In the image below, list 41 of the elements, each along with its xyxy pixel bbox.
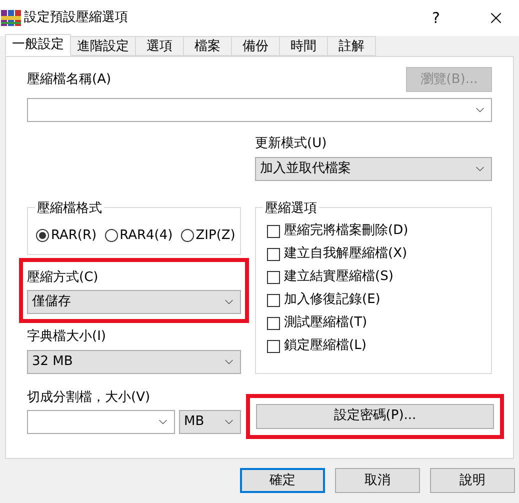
field-label: 切成分割檔，大小(V) xyxy=(27,388,152,406)
checkbox[interactable] xyxy=(267,224,280,238)
checkbox[interactable] xyxy=(267,248,280,260)
checkbox[interactable] xyxy=(267,316,280,330)
checkbox-label: 鎖定壓縮檔(L) xyxy=(284,337,366,356)
checkbox[interactable] xyxy=(267,270,280,284)
checkbox[interactable] xyxy=(267,294,280,306)
tab[interactable]: 時間 xyxy=(279,36,328,56)
radio-button[interactable] xyxy=(104,229,118,242)
checkbox-label: 測試壓縮檔(T) xyxy=(284,314,368,332)
field-label: 壓縮檔名稱(A) xyxy=(27,70,112,88)
radio-label: RAR(R) xyxy=(51,227,97,245)
field-label: 字典檔大小(I) xyxy=(27,328,107,346)
books-icon xyxy=(1,10,21,26)
dropdown[interactable]: 32 MB xyxy=(27,350,241,374)
dialog-button[interactable]: 說明 xyxy=(430,468,515,493)
help-button[interactable]: ? xyxy=(413,0,459,36)
dropdown[interactable]: MB xyxy=(179,410,241,434)
dropdown[interactable]: 僅儲存 xyxy=(27,290,241,314)
checkbox-label: 壓縮完將檔案刪除(D) xyxy=(284,222,408,240)
radio-label: ZIP(Z) xyxy=(196,227,236,245)
window-title: 設定預設壓縮選項 xyxy=(24,9,128,28)
set-password-button[interactable]: 設定密碼(P)... xyxy=(256,404,494,428)
field-label: 更新模式(U) xyxy=(255,135,328,153)
tab[interactable]: 進階設定 xyxy=(70,36,136,56)
checkbox-label: 建立結實壓縮檔(S) xyxy=(284,268,394,286)
checkbox-label: 建立自我解壓縮檔(X) xyxy=(284,245,408,264)
tab[interactable]: 備份 xyxy=(231,36,280,56)
dialog-button[interactable]: 確定 xyxy=(240,468,325,493)
radio-label: RAR4(4) xyxy=(120,227,173,245)
tab[interactable]: 選項 xyxy=(135,36,184,56)
radio-button[interactable] xyxy=(36,229,49,242)
checkbox[interactable] xyxy=(267,340,280,352)
tab[interactable]: 註解 xyxy=(327,36,376,56)
dropdown[interactable]: 加入並取代檔案 xyxy=(255,156,492,180)
checkbox-label: 加入修復記錄(E) xyxy=(284,291,380,310)
tab[interactable]: 檔案 xyxy=(183,36,232,56)
radio-button[interactable] xyxy=(180,229,194,242)
tab[interactable]: 一般設定 xyxy=(5,34,71,56)
dialog-button[interactable]: 取消 xyxy=(335,468,420,493)
field-label: 壓縮方式(C) xyxy=(27,268,100,286)
